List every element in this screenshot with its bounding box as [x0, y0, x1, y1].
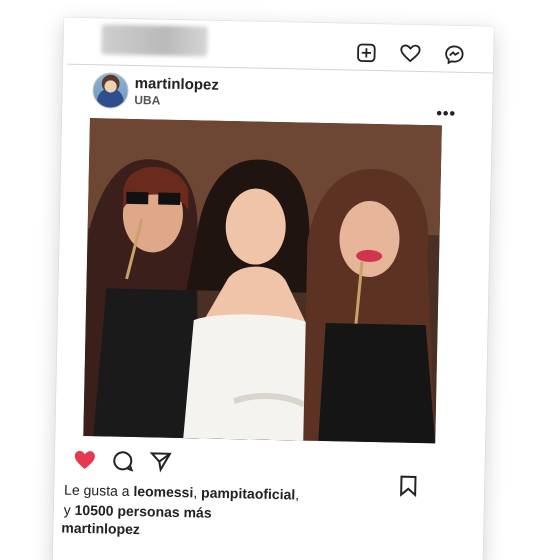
add-post-icon[interactable]	[355, 42, 377, 64]
heart-icon[interactable]	[399, 43, 421, 65]
post-actions	[73, 448, 173, 474]
bookmark-icon[interactable]	[398, 475, 418, 498]
share-icon[interactable]	[149, 449, 173, 473]
likes-mid: y	[63, 501, 75, 518]
avatar[interactable]	[92, 72, 129, 109]
messenger-icon[interactable]	[443, 43, 465, 65]
photo-illustration	[83, 118, 442, 444]
likes-comma-2: ,	[295, 486, 300, 503]
post-location[interactable]: UBA	[134, 93, 160, 108]
header-actions	[355, 42, 465, 66]
comment-icon[interactable]	[111, 449, 135, 473]
instagram-post-card: martinlopez UBA ••• Le gusta a leomessi,…	[52, 17, 494, 560]
more-options-icon[interactable]: •••	[436, 105, 456, 123]
liked-by-user-2[interactable]: pampitaoficial	[201, 484, 295, 502]
liked-by-user-1[interactable]: leomessi	[133, 483, 193, 500]
liked-heart-icon[interactable]	[73, 448, 97, 472]
likes-count[interactable]: 10500	[74, 502, 113, 519]
post-photo[interactable]	[83, 118, 442, 444]
likes-summary: Le gusta a leomessi, pampitaoficial, y 1…	[64, 480, 385, 527]
likes-suffix[interactable]: personas más	[117, 503, 211, 521]
caption-username-partial[interactable]: martinlopez	[61, 520, 140, 538]
likes-prefix: Le gusta a	[63, 481, 134, 500]
post-username[interactable]: martinlopez	[135, 75, 220, 94]
app-logo-blurred	[101, 24, 208, 57]
